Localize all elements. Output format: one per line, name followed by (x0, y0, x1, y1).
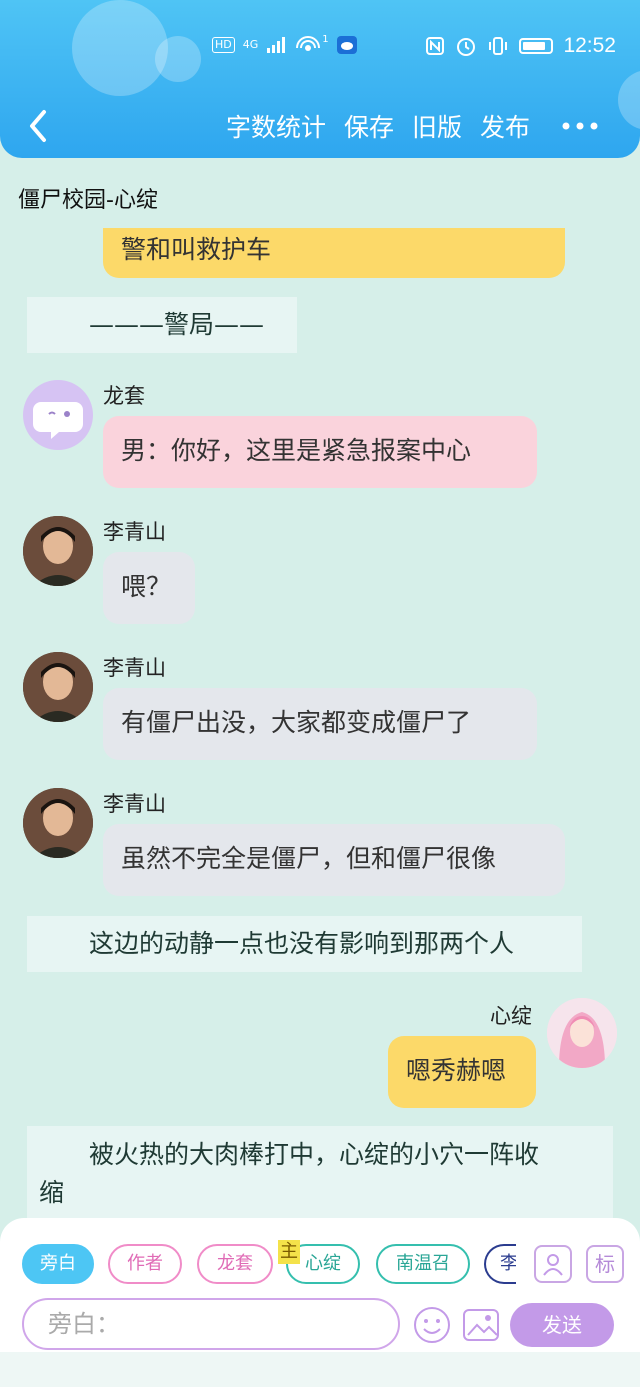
role-chip-label: 李 (500, 1253, 516, 1274)
avatar[interactable] (23, 516, 93, 586)
story-title-bar: 僵尸校园-心绽 (0, 170, 640, 224)
chevron-left-icon[interactable] (24, 106, 50, 146)
message-bubble[interactable]: 喂？ (103, 552, 195, 624)
save-button[interactable]: 保存 (344, 108, 394, 144)
person-photo-icon (23, 652, 93, 722)
narration-input[interactable]: 旁白： (22, 1298, 400, 1350)
nav-bar: 字数统计 保存 旧版 发布 (0, 96, 640, 156)
message-text: 警和叫救护车 (121, 235, 272, 264)
role-chip-narration[interactable]: 旁白 (22, 1244, 94, 1284)
chat-list[interactable]: 警和叫救护车 ———警局—— 龙套 男：你好，这里是紧急报案中心 李青山 喂？ … (0, 228, 640, 1218)
image-icon[interactable] (461, 1305, 501, 1345)
message-bubble[interactable]: 警和叫救护车 (103, 228, 565, 278)
message-text: 男：你好，这里是紧急报案中心 (121, 436, 472, 465)
avatar[interactable] (23, 652, 93, 722)
role-chip-label: 旁白 (40, 1253, 76, 1274)
message-text: 虽然不完全是僵尸，但和僵尸很像 (121, 844, 497, 873)
message-bubble[interactable]: 虽然不完全是僵尸，但和僵尸很像 (103, 824, 565, 896)
old-version-button[interactable]: 旧版 (412, 108, 462, 144)
hd-icon: HD (212, 37, 235, 53)
person-icon (543, 1254, 563, 1276)
app-header: HD 4G 1 12:52 字数统计 保存 旧版 发布 (0, 0, 640, 158)
input-placeholder: 旁白： (48, 1310, 120, 1338)
message-bubble[interactable]: 男：你好，这里是紧急报案中心 (103, 416, 537, 488)
anime-girl-avatar-icon (547, 998, 617, 1068)
narration-block[interactable]: 被火热的大肉棒打中，心绽的小穴一阵收 缩 (27, 1126, 613, 1218)
chat-bubble-avatar-icon (33, 402, 83, 439)
speaker-name: 心绽 (490, 1004, 532, 1028)
role-chip-extra[interactable]: 龙套 (197, 1244, 273, 1284)
battery-icon (519, 38, 554, 54)
hotspot-count: 1 (322, 34, 329, 45)
signal-4g-label: 4G (242, 38, 259, 51)
bottom-strip (0, 1352, 640, 1387)
cell-signal-icon (267, 37, 286, 53)
message-text: 嗯秀赫嗯 (406, 1056, 507, 1085)
speaker-name: 龙套 (103, 384, 145, 408)
person-photo-icon (23, 788, 93, 858)
hotspot-icon (296, 36, 321, 51)
nfc-icon (426, 37, 445, 55)
speaker-name: 李青山 (103, 520, 166, 544)
speaker-name: 李青山 (103, 792, 166, 816)
speaker-name: 李青山 (103, 656, 166, 680)
role-chip-label: 南温召 (396, 1253, 450, 1274)
message-bubble[interactable]: 有僵尸出没，大家都变成僵尸了 (103, 688, 537, 760)
alarm-icon (457, 38, 476, 56)
main-role-tag: 主 (278, 1240, 300, 1264)
emoji-icon[interactable] (412, 1305, 452, 1345)
avatar[interactable] (23, 788, 93, 858)
narration-text: 这边的动静一点也没有影响到那两个人 (89, 929, 515, 958)
publish-button[interactable]: 发布 (480, 108, 530, 144)
role-manage-icon[interactable] (534, 1245, 572, 1283)
role-chip-author[interactable]: 作者 (108, 1244, 182, 1284)
tag-label: 标 (595, 1252, 615, 1276)
narration-block[interactable]: ———警局—— (27, 297, 297, 353)
avatar[interactable] (547, 998, 617, 1068)
role-chip-label: 龙套 (217, 1253, 253, 1274)
narration-block[interactable]: 这边的动静一点也没有影响到那两个人 (27, 916, 582, 972)
narration-text: 缩 (39, 1178, 65, 1207)
role-chip-nanwenzhao[interactable]: 南温召 (376, 1244, 470, 1284)
word-count-button[interactable]: 字数统计 (226, 108, 326, 144)
send-button[interactable]: 发送 (510, 1303, 614, 1347)
role-chip-li[interactable]: 李 (484, 1244, 516, 1284)
narration-text: 被火热的大肉棒打中，心绽的小穴一阵收 (89, 1140, 540, 1169)
role-chip-label: 作者 (127, 1253, 163, 1274)
role-chip-label: 心绽 (305, 1253, 341, 1274)
cloud-app-icon (336, 36, 357, 54)
message-text: 喂？ (121, 572, 172, 601)
more-dots-icon[interactable] (560, 120, 600, 132)
status-time: 12:52 (563, 34, 616, 57)
person-photo-icon (23, 516, 93, 586)
avatar[interactable] (23, 380, 93, 450)
story-title: 僵尸校园-心绽 (18, 188, 158, 213)
message-bubble[interactable]: 嗯秀赫嗯 (388, 1036, 536, 1108)
vibrate-icon (489, 37, 508, 55)
status-bar: HD 4G 1 12:52 (0, 30, 640, 66)
message-text: 有僵尸出没，大家都变成僵尸了 (121, 708, 472, 737)
tag-icon[interactable]: 标 (586, 1245, 624, 1283)
narration-text: ———警局—— (89, 310, 265, 339)
